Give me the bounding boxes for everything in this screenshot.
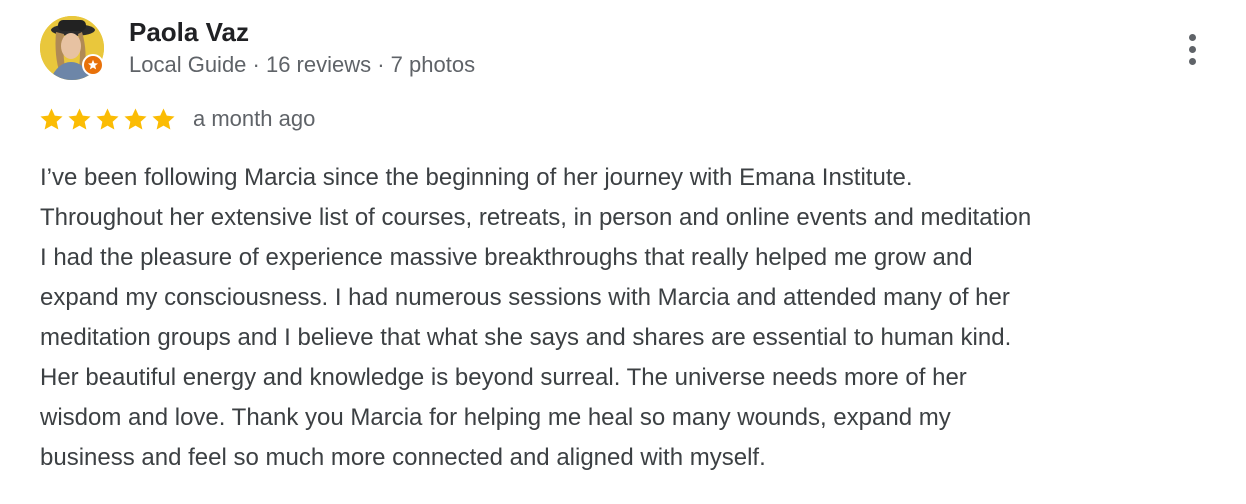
review-line: expand my consciousness. I had numerous … xyxy=(40,284,1010,311)
review-line: Throughout her extensive list of courses… xyxy=(40,204,1032,231)
review-date: a month ago xyxy=(193,106,316,131)
star-icon xyxy=(40,107,63,130)
star-rating xyxy=(38,106,177,133)
review-text: I’ve been following Marcia since the beg… xyxy=(40,158,1220,478)
review-line: I’ve been following Marcia since the beg… xyxy=(40,164,913,191)
review-card: Paola Vaz Local Guide · 16 reviews · 7 p… xyxy=(0,0,1246,504)
star-icon xyxy=(124,107,147,130)
review-line: wisdom and love. Thank you Marcia for he… xyxy=(40,404,951,431)
rating-row: a month ago xyxy=(38,104,315,134)
more-vert-icon-dot xyxy=(1188,45,1196,53)
more-vert-icon-dot xyxy=(1188,57,1196,65)
review-line: business and feel so much more connected… xyxy=(40,444,766,471)
avatar[interactable] xyxy=(40,16,106,82)
author-meta[interactable]: Local Guide · 16 reviews · 7 photos xyxy=(129,52,475,78)
more-options-button[interactable] xyxy=(1176,28,1208,70)
local-guide-badge-icon xyxy=(82,54,104,76)
star-icon xyxy=(152,107,175,130)
star-icon xyxy=(68,107,91,130)
more-vert-icon xyxy=(1188,33,1196,41)
review-line: Her beautiful energy and knowledge is be… xyxy=(40,364,967,391)
author-name[interactable]: Paola Vaz xyxy=(129,17,249,47)
review-line: I had the pleasure of experience massive… xyxy=(40,244,973,271)
review-line: meditation groups and I believe that wha… xyxy=(40,324,1012,351)
star-icon xyxy=(96,107,119,130)
